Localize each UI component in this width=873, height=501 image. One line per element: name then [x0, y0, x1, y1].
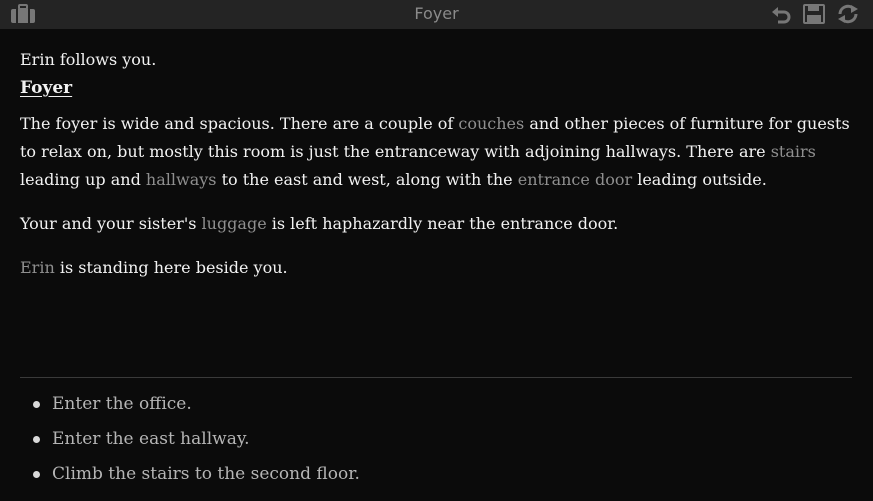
desc-text-5: leading outside.: [632, 170, 767, 189]
desc-text-4: to the east and west, along with the: [216, 170, 518, 189]
choice-label[interactable]: Enter the east hallway.: [52, 429, 250, 449]
bullet-icon: [33, 401, 40, 408]
bullet-icon: [33, 436, 40, 443]
keyword-stairs[interactable]: stairs: [771, 142, 816, 161]
intro-text: Erin follows you.: [20, 50, 157, 69]
choice-item[interactable]: Enter the office.: [20, 389, 360, 424]
save-icon[interactable]: [803, 4, 827, 24]
choice-item[interactable]: Enter the east hallway.: [20, 424, 360, 459]
desc-text-1: The foyer is wide and spacious. There ar…: [20, 114, 459, 133]
erin-text-1: is standing here beside you.: [54, 258, 288, 277]
choice-item[interactable]: Climb the stairs to the second floor.: [20, 459, 360, 494]
keyword-couches[interactable]: couches: [458, 114, 524, 133]
divider: [20, 377, 852, 378]
luggage-text-1: Your and your sister's: [20, 214, 202, 233]
choice-label[interactable]: Climb the stairs to the second floor.: [52, 464, 360, 484]
choice-label[interactable]: Enter the office.: [52, 394, 192, 414]
room-description: The foyer is wide and spacious. There ar…: [20, 110, 852, 194]
choice-list: Enter the office. Enter the east hallway…: [20, 389, 360, 494]
erin-text: Erin is standing here beside you.: [20, 254, 852, 282]
luggage-text: Your and your sister's luggage is left h…: [20, 210, 852, 238]
keyword-entrance-door[interactable]: entrance door: [518, 170, 632, 189]
undo-icon[interactable]: [770, 4, 794, 24]
bullet-icon: [33, 471, 40, 478]
room-heading: Foyer: [20, 78, 73, 98]
restart-icon[interactable]: [836, 4, 860, 24]
keyword-hallways[interactable]: hallways: [146, 170, 217, 189]
keyword-erin[interactable]: Erin: [20, 258, 55, 277]
luggage-text-2: is left haphazardly near the entrance do…: [266, 214, 619, 233]
top-bar: Foyer: [0, 0, 873, 29]
desc-text-3: leading up and: [20, 170, 146, 189]
story-text: Erin follows you. Foyer The foyer is wid…: [20, 46, 852, 282]
page-title: Foyer: [414, 4, 459, 23]
keyword-luggage[interactable]: luggage: [202, 214, 267, 233]
